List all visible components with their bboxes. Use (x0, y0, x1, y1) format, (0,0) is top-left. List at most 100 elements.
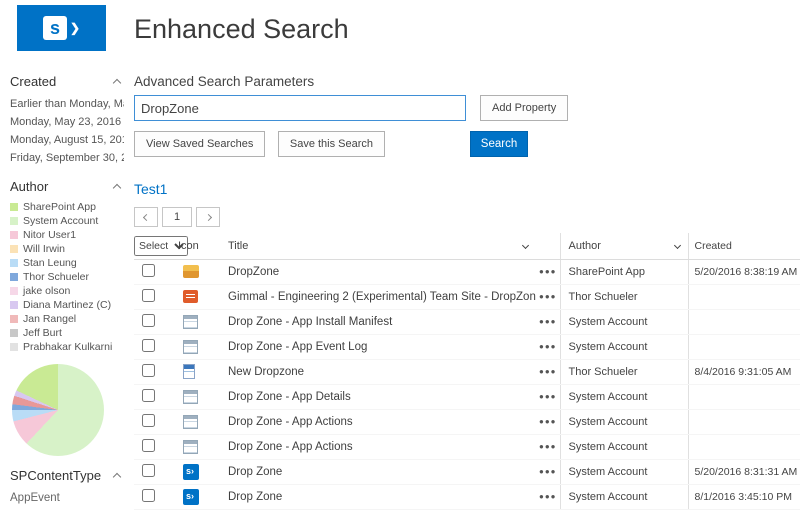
row-checkbox[interactable] (142, 439, 155, 452)
refiner-author-option[interactable]: Diana Martinez (C) (10, 298, 124, 312)
ellipsis-menu-icon[interactable]: ●●● (536, 309, 560, 334)
result-created (688, 284, 800, 309)
results-table: Select Icon Title Author Created DropZon… (134, 233, 800, 510)
refiner-author-option[interactable]: Nitor User1 (10, 228, 124, 242)
row-checkbox[interactable] (142, 264, 155, 277)
row-checkbox[interactable] (142, 364, 155, 377)
refiner-created-option[interactable]: Friday, September 30, 2016 (10, 149, 124, 167)
result-row: Drop Zone ●●● System Account 8/1/2016 3:… (134, 484, 800, 509)
list-icon (183, 315, 198, 329)
ellipsis-menu-icon[interactable]: ●●● (536, 384, 560, 409)
column-header-author[interactable]: Author (560, 233, 688, 259)
refiner-author-label: Jeff Burt (23, 326, 62, 340)
document-icon (183, 364, 195, 379)
refiner-contenttype-option[interactable]: AppEvent (10, 489, 124, 507)
ellipsis-menu-icon[interactable]: ●●● (536, 359, 560, 384)
ellipsis-menu-icon[interactable]: ●●● (536, 484, 560, 509)
refiner-author-option[interactable]: System Account (10, 214, 124, 228)
add-property-button[interactable]: Add Property (480, 95, 568, 121)
result-title[interactable]: Drop Zone - App Actions (224, 409, 536, 434)
search-button[interactable]: Search (470, 131, 528, 157)
result-created (688, 334, 800, 359)
column-header-title[interactable]: Title (224, 233, 536, 259)
ellipsis-menu-icon[interactable]: ●●● (536, 459, 560, 484)
result-author: Thor Schueler (560, 359, 688, 384)
search-parameter-row: Add Property (134, 95, 800, 121)
ellipsis-menu-icon[interactable]: ●●● (536, 409, 560, 434)
chevron-up-icon[interactable] (113, 184, 121, 192)
ellipsis-menu-icon[interactable]: ●●● (536, 259, 560, 284)
author-pie-chart[interactable] (12, 364, 104, 456)
row-checkbox[interactable] (142, 414, 155, 427)
result-row: Drop Zone - App Actions ●●● System Accou… (134, 409, 800, 434)
refiner-author-label: Thor Schueler (23, 270, 89, 284)
ellipsis-menu-icon[interactable]: ●●● (536, 284, 560, 309)
refiner-created-option[interactable]: Monday, May 23, 2016 - M... (10, 113, 124, 131)
chevron-up-icon[interactable] (113, 473, 121, 481)
row-checkbox[interactable] (142, 289, 155, 302)
row-checkbox[interactable] (142, 314, 155, 327)
ellipsis-menu-icon[interactable]: ●●● (536, 334, 560, 359)
chevron-up-icon[interactable] (113, 79, 121, 87)
legend-color-swatch (10, 245, 18, 253)
sharepoint-icon (183, 464, 199, 480)
legend-color-swatch (10, 259, 18, 267)
site-icon (183, 265, 199, 278)
result-title[interactable]: Drop Zone - App Install Manifest (224, 309, 536, 334)
row-checkbox[interactable] (142, 464, 155, 477)
row-checkbox[interactable] (142, 339, 155, 352)
refiner-author-option[interactable]: Stan Leung (10, 256, 124, 270)
refiner-author-option[interactable]: jake olson (10, 284, 124, 298)
chevron-down-icon[interactable] (522, 242, 529, 249)
refiner-section-created[interactable]: Created (10, 74, 120, 89)
refiner-author-option[interactable]: Jan Rangel (10, 312, 124, 326)
prev-page-button[interactable] (134, 207, 158, 227)
result-author: System Account (560, 309, 688, 334)
refiner-author-option[interactable]: Thor Schueler (10, 270, 124, 284)
refinement-sidebar: Created Earlier than Monday, May ... Mon… (0, 62, 130, 507)
save-this-search-button[interactable]: Save this Search (278, 131, 385, 157)
result-title[interactable]: Drop Zone - App Actions (224, 434, 536, 459)
result-group-link[interactable]: Test1 (134, 181, 800, 197)
legend-color-swatch (10, 273, 18, 281)
chevron-down-icon[interactable] (673, 242, 680, 249)
result-title[interactable]: Drop Zone - App Details (224, 384, 536, 409)
next-page-button[interactable] (196, 207, 220, 227)
result-title[interactable]: DropZone (224, 259, 536, 284)
refiner-created-option[interactable]: Earlier than Monday, May ... (10, 95, 124, 113)
row-checkbox[interactable] (142, 389, 155, 402)
result-created (688, 309, 800, 334)
sharepoint-logo-badge: s (43, 16, 67, 40)
column-header-author-label: Author (569, 240, 601, 252)
result-title[interactable]: Drop Zone - App Event Log (224, 334, 536, 359)
current-page-indicator[interactable]: 1 (162, 207, 192, 227)
html-file-icon (183, 290, 198, 303)
ellipsis-menu-icon[interactable]: ●●● (536, 434, 560, 459)
sharepoint-logo[interactable]: s ❯ (17, 5, 106, 51)
result-title[interactable]: Gimmal - Engineering 2 (Experimental) Te… (224, 284, 536, 309)
refiner-author-label: Will Irwin (23, 242, 65, 256)
refiner-author-label: SharePoint App (23, 200, 96, 214)
refiner-section-author[interactable]: Author (10, 179, 120, 194)
refiner-author-option[interactable]: Prabhakar Kulkarni (10, 340, 124, 354)
refiner-section-contenttype[interactable]: SPContentType (10, 468, 120, 483)
row-checkbox[interactable] (142, 489, 155, 502)
refiner-author-option[interactable]: Will Irwin (10, 242, 124, 256)
search-query-input[interactable] (134, 95, 466, 121)
result-created (688, 384, 800, 409)
refiner-created-option[interactable]: Monday, August 15, 2016 ... (10, 131, 124, 149)
result-created: 5/20/2016 8:38:19 AM (688, 259, 800, 284)
result-title[interactable]: Drop Zone (224, 459, 536, 484)
result-author: System Account (560, 334, 688, 359)
result-title[interactable]: New Dropzone (224, 359, 536, 384)
results-header-row: Select Icon Title Author Created (134, 233, 800, 259)
view-saved-searches-button[interactable]: View Saved Searches (134, 131, 265, 157)
refiner-author-label: Jan Rangel (23, 312, 76, 326)
refiner-author-title: Author (10, 179, 48, 194)
legend-color-swatch (10, 217, 18, 225)
advanced-search-title: Advanced Search Parameters (134, 74, 800, 89)
refiner-author-option[interactable]: SharePoint App (10, 200, 124, 214)
refiner-author-label: Diana Martinez (C) (23, 298, 111, 312)
result-title[interactable]: Drop Zone (224, 484, 536, 509)
refiner-author-option[interactable]: Jeff Burt (10, 326, 124, 340)
